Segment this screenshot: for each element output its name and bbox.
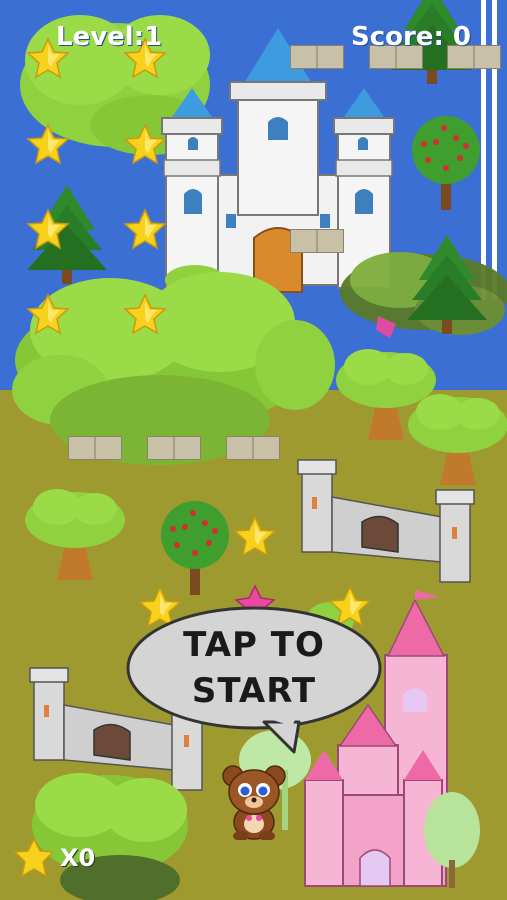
score-value: 0 — [452, 22, 471, 52]
start-line-2: START — [191, 671, 317, 711]
level-indicator: Level:1 — [56, 22, 162, 52]
game-scene[interactable]: Level:1 Score: 0 TAP TO START X0 — [0, 0, 507, 900]
star-icon — [14, 838, 54, 878]
stone-block — [226, 436, 280, 460]
collected-count: X0 — [60, 844, 96, 872]
level-value: 1 — [144, 22, 163, 52]
stone-block — [290, 45, 344, 69]
collected-stars-counter: X0 — [14, 838, 95, 878]
tap-to-start-text[interactable]: TAP TO START — [124, 622, 384, 714]
bear-player-character[interactable] — [219, 760, 289, 840]
stone-block — [68, 436, 122, 460]
score-label: Score: — [350, 22, 444, 52]
stone-block — [147, 436, 201, 460]
score-indicator: Score: 0 — [351, 22, 471, 52]
level-label: Level: — [56, 22, 145, 52]
start-line-1: TAP TO — [183, 625, 325, 665]
stone-block — [290, 229, 344, 253]
